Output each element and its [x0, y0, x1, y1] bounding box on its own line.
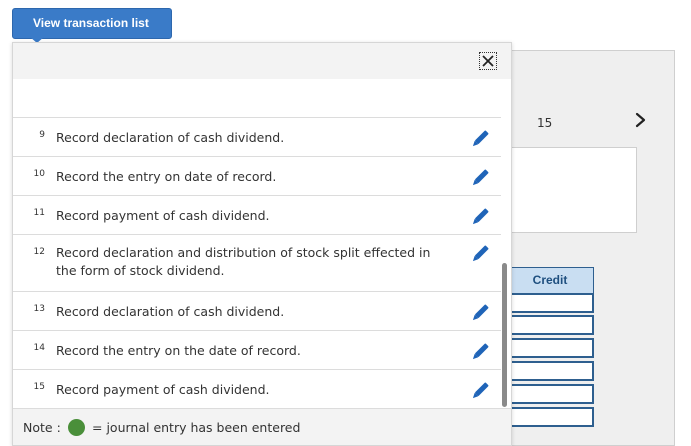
row-number: 12: [33, 247, 45, 257]
list-item: 10 Record the entry on date of record.: [13, 156, 501, 195]
list-item: 9 Record declaration of cash dividend.: [13, 117, 501, 156]
row-number: 15: [33, 382, 45, 392]
list-item: 11 Record payment of cash dividend.: [13, 195, 501, 234]
row-description: Record the entry on the date of record.: [56, 343, 301, 358]
legend-note: Note : = journal entry has been entered: [13, 408, 511, 445]
credit-cell[interactable]: [506, 384, 594, 404]
credit-cell[interactable]: [506, 293, 594, 313]
popup-header: [13, 43, 511, 79]
pencil-icon[interactable]: [469, 341, 491, 363]
view-transaction-list-button[interactable]: View transaction list: [12, 8, 172, 39]
row-number: 13: [33, 304, 45, 314]
page-number: 15: [537, 116, 553, 130]
credit-cell[interactable]: [506, 407, 594, 427]
row-description: Record declaration of cash dividend.: [56, 130, 285, 145]
list-item: 13 Record declaration of cash dividend.: [13, 291, 501, 330]
green-dot-icon: [68, 419, 85, 436]
pencil-icon[interactable]: [469, 302, 491, 324]
pencil-icon[interactable]: [469, 167, 491, 189]
list-item: 12 Record declaration and distribution o…: [13, 234, 501, 291]
row-description: Record payment of cash dividend.: [56, 208, 270, 223]
transaction-list-popup: 9 Record declaration of cash dividend. 1…: [12, 42, 512, 446]
pencil-icon[interactable]: [469, 380, 491, 402]
pencil-icon[interactable]: [469, 128, 491, 150]
row-description: Record payment of cash dividend.: [56, 382, 270, 397]
note-label: Note :: [23, 420, 61, 435]
close-icon[interactable]: [479, 52, 497, 70]
credit-column-header: Credit: [506, 267, 594, 294]
scrollbar[interactable]: [502, 263, 507, 407]
pencil-icon[interactable]: [469, 206, 491, 228]
row-number: 14: [33, 343, 45, 353]
transaction-list: 9 Record declaration of cash dividend. 1…: [13, 117, 501, 408]
credit-cell[interactable]: [506, 338, 594, 358]
credit-cell[interactable]: [506, 315, 594, 335]
row-number: 10: [33, 169, 45, 179]
row-number: 11: [33, 208, 45, 218]
note-text: = journal entry has been entered: [92, 420, 301, 435]
list-item: 15 Record payment of cash dividend.: [13, 369, 501, 408]
row-description: Record declaration of cash dividend.: [56, 304, 285, 319]
pencil-icon[interactable]: [469, 243, 491, 265]
row-description: Record the entry on date of record.: [56, 169, 277, 184]
row-number: 9: [39, 130, 45, 140]
row-description: Record declaration and distribution of s…: [56, 245, 431, 278]
credit-cell[interactable]: [506, 361, 594, 381]
chevron-right-icon[interactable]: [631, 110, 651, 130]
list-item: 14 Record the entry on the date of recor…: [13, 330, 501, 369]
